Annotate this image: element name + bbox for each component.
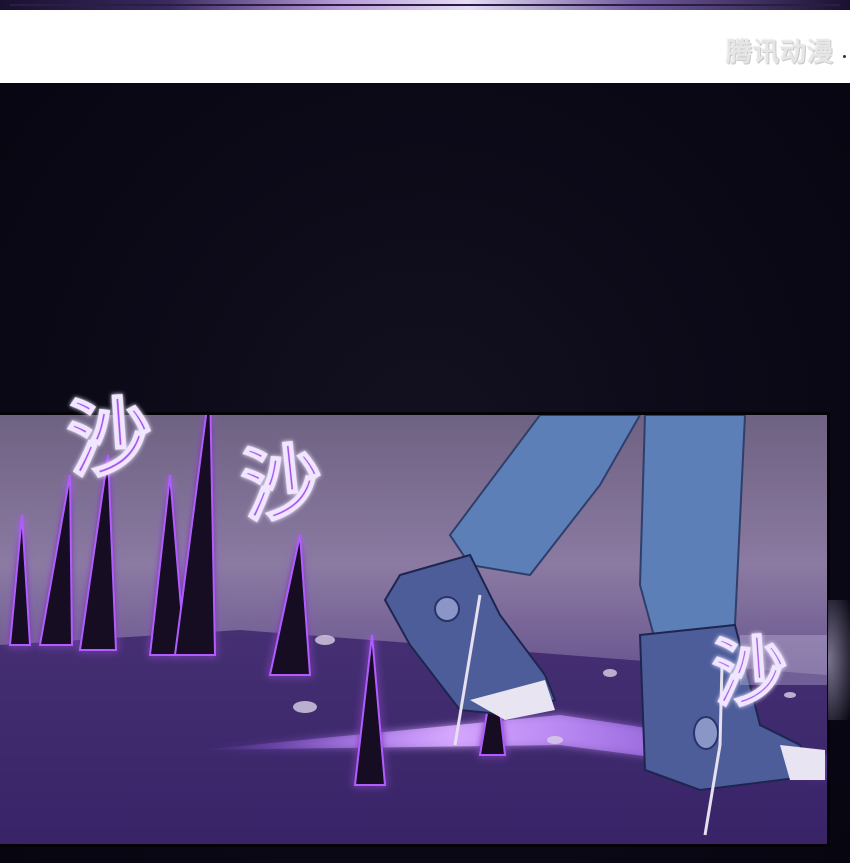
sound-effect-1: 沙 (65, 386, 156, 490)
sound-effect-layer: 沙 沙 沙 (64, 385, 792, 719)
sound-effect-3: 沙 (710, 627, 790, 718)
sound-effect-2: 沙 (237, 433, 326, 534)
